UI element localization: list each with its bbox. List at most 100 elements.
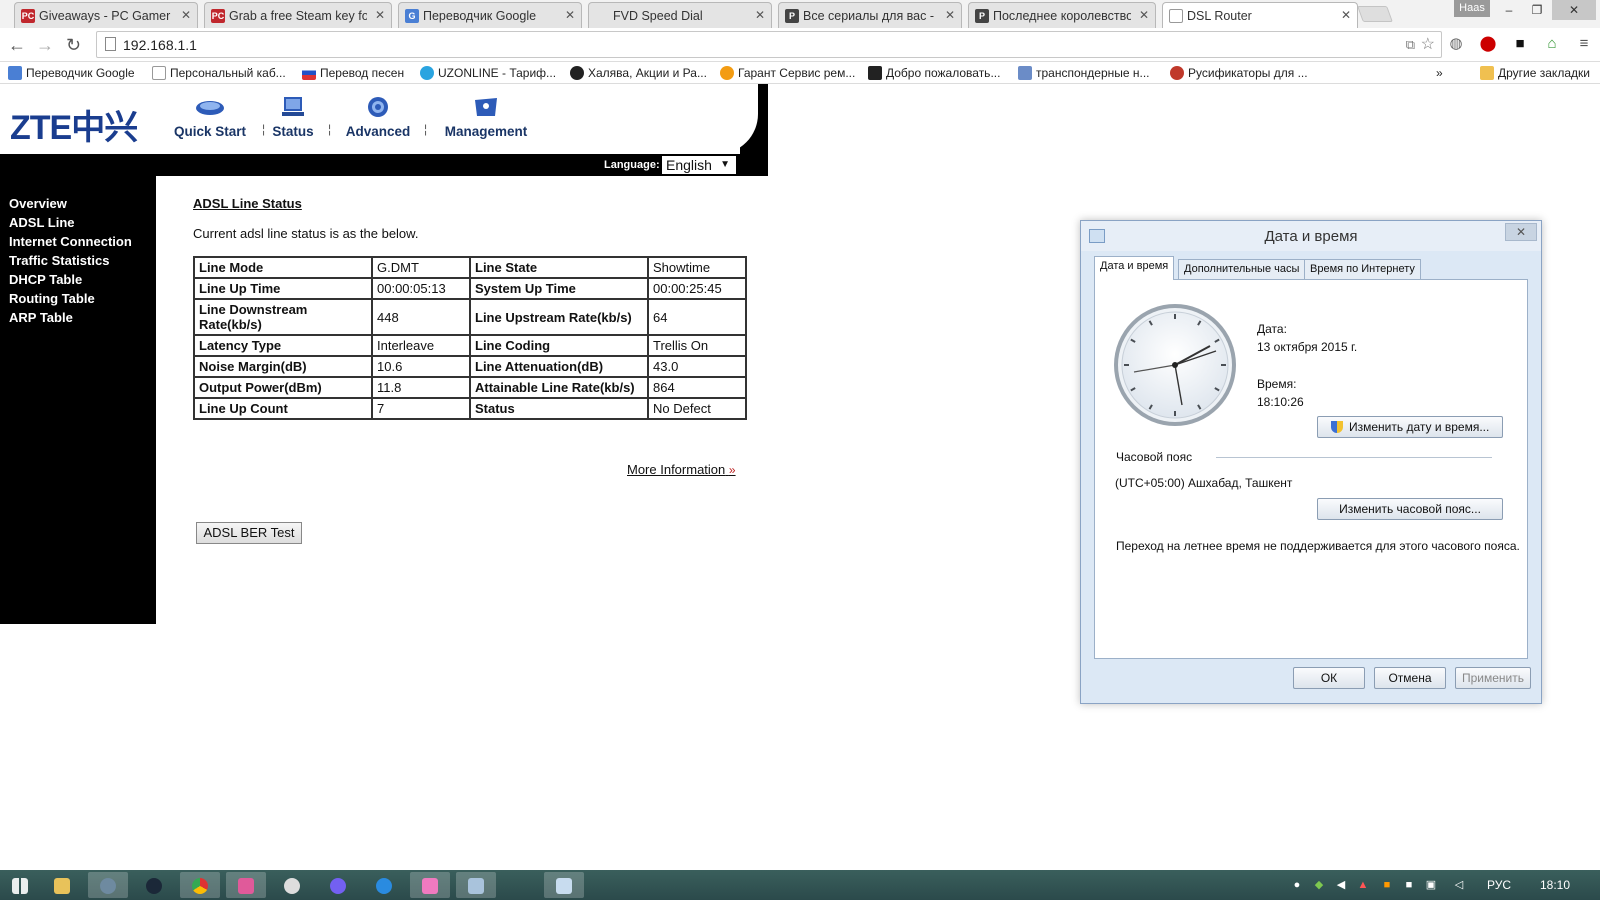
- tab-additional-clocks[interactable]: Дополнительные часы: [1178, 259, 1306, 279]
- ok-button[interactable]: ОК: [1293, 667, 1365, 689]
- taskbar-steam[interactable]: [134, 872, 174, 898]
- bookmark-russifiers[interactable]: Русификаторы для ...: [1168, 64, 1308, 82]
- tab-date-time[interactable]: Дата и время: [1094, 256, 1175, 280]
- change-timezone-button[interactable]: Изменить часовой пояс...: [1317, 498, 1503, 520]
- sidebar-item-traffic-statistics[interactable]: Traffic Statistics: [9, 253, 109, 268]
- nav-status[interactable]: Status: [268, 84, 318, 154]
- table-value-cell: 11.8: [371, 376, 471, 399]
- close-icon[interactable]: ✕: [945, 8, 955, 22]
- taskbar-datetime[interactable]: [544, 872, 584, 898]
- bookmark-transponders[interactable]: транспондерные н...: [1016, 64, 1150, 82]
- shield-tray-icon[interactable]: ◆: [1312, 878, 1326, 892]
- tab-fvd-speed-dial[interactable]: FVD Speed Dial ✕: [588, 2, 772, 28]
- bookmark-welcome-steam[interactable]: Добро пожаловать...: [866, 64, 1000, 82]
- apply-button[interactable]: Применить: [1455, 667, 1531, 689]
- reload-icon[interactable]: ↻: [66, 35, 81, 55]
- taskbar-window[interactable]: [456, 872, 496, 898]
- sidebar-item-routing-table[interactable]: Routing Table: [9, 291, 95, 306]
- close-icon[interactable]: ✕: [1341, 8, 1351, 22]
- bookmark-song-translation[interactable]: Перевод песен: [300, 64, 404, 82]
- other-bookmarks-folder[interactable]: Другие закладки: [1478, 64, 1590, 82]
- profile-badge[interactable]: Наas: [1454, 0, 1490, 17]
- taskbar-viber[interactable]: [318, 872, 358, 898]
- extension-home-icon[interactable]: ⌂: [1542, 34, 1562, 54]
- input-language-indicator[interactable]: РУС: [1487, 878, 1511, 892]
- app-tray-icon[interactable]: ■: [1402, 878, 1416, 892]
- button-label: Изменить дату и время...: [1348, 420, 1490, 434]
- bookmark-label: Русификаторы для ...: [1188, 66, 1308, 80]
- volume-tray-icon[interactable]: ◁: [1452, 878, 1466, 892]
- table-key-cell: Line Mode: [193, 256, 373, 279]
- bookmark-freebies[interactable]: Халява, Акции и Ра...: [568, 64, 707, 82]
- more-information-link[interactable]: More Information »: [627, 462, 736, 477]
- gear-icon: [368, 97, 388, 117]
- window-close-button[interactable]: ✕: [1552, 0, 1596, 20]
- nav-advanced[interactable]: Advanced: [342, 84, 414, 154]
- dialog-panel: Дата: 13 октября 2015 г. Время: 18:10:26…: [1094, 279, 1528, 659]
- tab-last-kingdom[interactable]: P Последнее королевство ✕: [968, 2, 1156, 28]
- windows-taskbar: ● ◆ ◀ ▲ ■ ■ ▣ ◁ РУС 18:10: [0, 870, 1600, 900]
- taskbar-app-circle[interactable]: [272, 872, 312, 898]
- adsl-ber-test-button[interactable]: ADSL BER Test: [196, 522, 302, 544]
- cancel-button[interactable]: Отмена: [1374, 667, 1446, 689]
- start-button[interactable]: [0, 872, 40, 898]
- close-icon[interactable]: ✕: [375, 8, 385, 22]
- bookmark-star-icon[interactable]: ☆: [1421, 32, 1435, 58]
- tab-dsl-router[interactable]: DSL Router ✕: [1162, 2, 1358, 28]
- close-icon[interactable]: ✕: [565, 8, 575, 22]
- menu-icon[interactable]: ≡: [1574, 34, 1594, 54]
- zte-logo: ZTE中兴: [10, 109, 138, 147]
- back-arrow-icon[interactable]: ←: [8, 35, 26, 55]
- taskbar-paint[interactable]: [410, 872, 450, 898]
- nav-quick-start[interactable]: Quick Start: [170, 84, 250, 154]
- taskbar-clock[interactable]: 18:10: [1540, 878, 1570, 892]
- translate-icon[interactable]: ⧉: [1406, 32, 1415, 58]
- bookmark-uzonline[interactable]: UZONLINE - Тариф...: [418, 64, 556, 82]
- language-select[interactable]: English ▼: [662, 156, 736, 174]
- network-tray-icon[interactable]: ▣: [1424, 878, 1438, 892]
- taskbar-ie[interactable]: [364, 872, 404, 898]
- close-icon[interactable]: ✕: [181, 8, 191, 22]
- steam-tray-icon[interactable]: ●: [1290, 878, 1304, 892]
- sidebar-item-adsl-line[interactable]: ADSL Line: [9, 215, 75, 230]
- extension-globe-icon[interactable]: ◍: [1446, 34, 1466, 54]
- dialog-close-button[interactable]: ✕: [1505, 223, 1537, 241]
- table-key-cell: Line Up Count: [193, 397, 373, 420]
- minimize-button[interactable]: ‒: [1496, 0, 1522, 20]
- table-value-cell: Interleave: [371, 334, 471, 357]
- bookmarks-bar: Переводчик Google Персональный каб... Пе…: [0, 62, 1600, 84]
- tab-serials[interactable]: P Все сериалы для вас - Pl ✕: [778, 2, 962, 28]
- maximize-button[interactable]: ❐: [1524, 0, 1550, 20]
- bookmark-personal-cabinet[interactable]: Персональный каб...: [150, 64, 286, 82]
- table-row: Line Mode G.DMT Line State Showtime: [193, 256, 747, 279]
- speaker-tray-icon[interactable]: ◀: [1334, 878, 1348, 892]
- new-tab-button[interactable]: [1357, 6, 1393, 22]
- app-tray-icon[interactable]: ■: [1380, 878, 1394, 892]
- nav-management[interactable]: Management: [440, 84, 532, 154]
- taskbar-app-pink[interactable]: [226, 872, 266, 898]
- change-datetime-button[interactable]: Изменить дату и время...: [1317, 416, 1503, 438]
- sidebar-item-overview[interactable]: Overview: [9, 196, 67, 211]
- address-bar[interactable]: 192.168.1.1 ⧉ ☆: [96, 31, 1442, 58]
- app-tray-icon[interactable]: ▲: [1356, 878, 1370, 892]
- taskbar-media[interactable]: [88, 872, 128, 898]
- close-icon[interactable]: ✕: [1139, 8, 1149, 22]
- table-row: Line Downstream Rate(kb/s) 448 Line Upstre…: [193, 298, 747, 336]
- extension-adblock-icon[interactable]: ⬤: [1478, 34, 1498, 54]
- table-key-cell: Output Power(dBm): [193, 376, 373, 399]
- bookmark-garant-service[interactable]: Гарант Сервис рем...: [718, 64, 855, 82]
- sidebar-item-dhcp-table[interactable]: DHCP Table: [9, 272, 82, 287]
- sidebar-item-arp-table[interactable]: ARP Table: [9, 310, 73, 325]
- taskbar-explorer[interactable]: [42, 872, 82, 898]
- bookmarks-overflow-button[interactable]: »: [1436, 64, 1443, 82]
- extension-mail-icon[interactable]: ■: [1510, 34, 1530, 54]
- sidebar-item-internet-connection[interactable]: Internet Connection: [9, 234, 132, 249]
- taskbar-chrome[interactable]: [180, 872, 220, 898]
- tab-steam-key[interactable]: PC Grab a free Steam key for ✕: [204, 2, 392, 28]
- close-icon[interactable]: ✕: [755, 8, 765, 22]
- bookmark-google-translate[interactable]: Переводчик Google: [6, 64, 135, 82]
- forward-arrow-icon[interactable]: →: [36, 35, 54, 55]
- tab-pc-gamer-giveaways[interactable]: PC Giveaways - PC Gamer ✕: [14, 2, 198, 28]
- tab-google-translate[interactable]: G Переводчик Google ✕: [398, 2, 582, 28]
- tab-internet-time[interactable]: Время по Интернету: [1304, 259, 1421, 279]
